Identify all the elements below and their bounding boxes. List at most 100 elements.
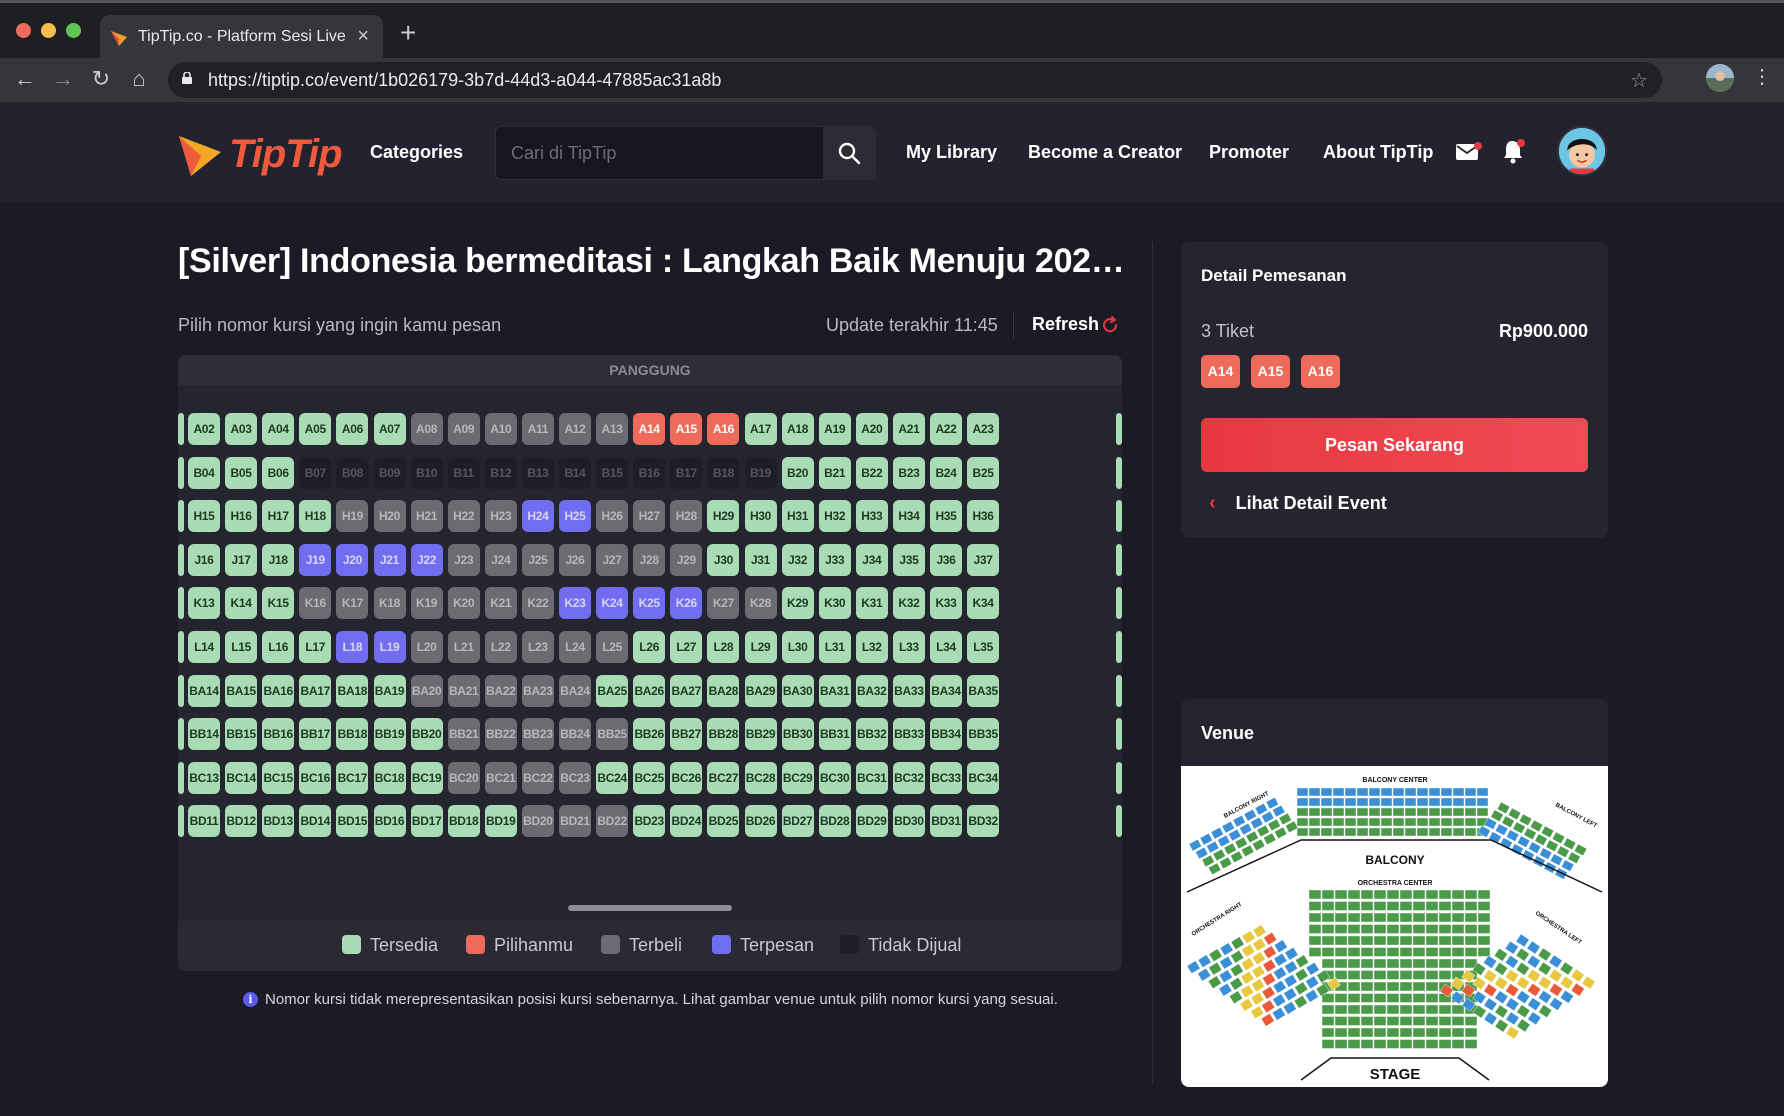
seat-available[interactable]: H34 bbox=[892, 500, 925, 533]
seat-available[interactable]: BB27 bbox=[670, 718, 703, 751]
horizontal-scrollbar[interactable] bbox=[568, 905, 732, 911]
seat-available[interactable]: BC18 bbox=[373, 761, 406, 794]
seat-partial[interactable] bbox=[1116, 587, 1122, 620]
seat-available[interactable]: A23 bbox=[967, 413, 1000, 445]
seat-grid[interactable]: A02 A03 A04 A05 A06 A07 A08 A09 A10 A11 A12 A13 A14 A… bbox=[178, 387, 1122, 857]
seat-available[interactable]: BA28 bbox=[707, 674, 740, 707]
seat-available[interactable]: BC32 bbox=[892, 761, 925, 794]
seat-available[interactable]: L14 bbox=[188, 631, 220, 663]
nav-become-creator[interactable]: Become a Creator bbox=[1028, 142, 1182, 163]
seat-available[interactable]: B23 bbox=[892, 456, 925, 489]
maximize-window-button[interactable] bbox=[66, 23, 81, 38]
search-button[interactable] bbox=[823, 127, 875, 179]
order-now-button[interactable]: Pesan Sekarang bbox=[1201, 418, 1588, 472]
seat-partial[interactable] bbox=[1116, 413, 1122, 445]
refresh-button[interactable]: Refresh bbox=[1032, 314, 1099, 335]
seat-partial[interactable] bbox=[178, 674, 184, 707]
seat-available[interactable]: B24 bbox=[930, 456, 962, 489]
seat-available[interactable]: J33 bbox=[818, 543, 851, 576]
seat-available[interactable]: A17 bbox=[744, 413, 777, 445]
seat-available[interactable]: BD23 bbox=[633, 805, 666, 838]
seat-selected[interactable]: A14 bbox=[633, 413, 666, 445]
seat-available[interactable]: BC13 bbox=[188, 761, 220, 794]
seat-partial[interactable] bbox=[178, 761, 184, 794]
seat-available[interactable]: L35 bbox=[967, 631, 1000, 663]
seat-available[interactable]: B22 bbox=[855, 456, 888, 489]
seat-available[interactable]: A05 bbox=[299, 413, 332, 445]
seat-available[interactable]: BC25 bbox=[633, 761, 666, 794]
seat-available[interactable]: L30 bbox=[781, 631, 814, 663]
refresh-icon[interactable] bbox=[1101, 316, 1119, 334]
seat-available[interactable]: BD15 bbox=[336, 805, 369, 838]
seat-available[interactable]: BD19 bbox=[484, 805, 517, 838]
search-input[interactable] bbox=[496, 127, 824, 179]
seat-available[interactable]: J31 bbox=[744, 543, 777, 576]
seat-available[interactable]: K33 bbox=[930, 587, 962, 620]
seat-available[interactable]: B04 bbox=[188, 456, 220, 489]
seat-available[interactable]: J30 bbox=[707, 543, 740, 576]
seat-partial[interactable] bbox=[1116, 631, 1122, 663]
seat-available[interactable]: H36 bbox=[967, 500, 1000, 533]
seat-available[interactable]: A06 bbox=[336, 413, 369, 445]
seat-available[interactable]: H29 bbox=[707, 500, 740, 533]
close-window-button[interactable] bbox=[16, 23, 31, 38]
tiptip-logo[interactable]: TipTip bbox=[177, 130, 343, 180]
reload-icon[interactable]: ↻ bbox=[88, 66, 114, 92]
seat-partial[interactable] bbox=[178, 543, 184, 576]
seat-available[interactable]: K30 bbox=[818, 587, 851, 620]
seat-available[interactable]: B25 bbox=[967, 456, 1000, 489]
seat-available[interactable]: BA34 bbox=[930, 674, 962, 707]
seat-available[interactable]: BC17 bbox=[336, 761, 369, 794]
seat-available[interactable]: A07 bbox=[373, 413, 406, 445]
venue-map-image[interactable]: BALCONY CENTER BALCONY BALCONY RIGHT BAL… bbox=[1181, 766, 1608, 1087]
seat-available[interactable]: J35 bbox=[892, 543, 925, 576]
forward-icon[interactable]: → bbox=[50, 66, 76, 92]
user-avatar[interactable] bbox=[1557, 126, 1607, 176]
seat-available[interactable]: J37 bbox=[967, 543, 1000, 576]
seat-available[interactable]: BD13 bbox=[262, 805, 295, 838]
seat-partial[interactable] bbox=[178, 587, 184, 620]
seat-available[interactable]: H35 bbox=[930, 500, 962, 533]
seat-available[interactable]: BB28 bbox=[707, 718, 740, 751]
seat-available[interactable]: BC14 bbox=[225, 761, 258, 794]
view-event-detail-link[interactable]: ‹ Lihat Detail Event bbox=[1201, 492, 1387, 518]
seat-available[interactable]: K31 bbox=[855, 587, 888, 620]
seat-available[interactable]: H33 bbox=[855, 500, 888, 533]
seat-available[interactable]: BD12 bbox=[225, 805, 258, 838]
seat-available[interactable]: BA35 bbox=[967, 674, 1000, 707]
seat-available[interactable]: L34 bbox=[930, 631, 962, 663]
seat-available[interactable]: BC15 bbox=[262, 761, 295, 794]
seat-selected[interactable]: A16 bbox=[707, 413, 740, 445]
seat-available[interactable]: BB19 bbox=[373, 718, 406, 751]
seat-available[interactable]: BC24 bbox=[596, 761, 629, 794]
seat-available[interactable]: BD27 bbox=[781, 805, 814, 838]
seat-available[interactable]: BB20 bbox=[410, 718, 443, 751]
seat-available[interactable]: H17 bbox=[262, 500, 295, 533]
seat-available[interactable]: L26 bbox=[633, 631, 666, 663]
seat-available[interactable]: BD16 bbox=[373, 805, 406, 838]
seat-available[interactable]: BA18 bbox=[336, 674, 369, 707]
seat-partial[interactable] bbox=[1116, 456, 1122, 489]
seat-available[interactable]: H31 bbox=[781, 500, 814, 533]
seat-available[interactable]: K15 bbox=[262, 587, 295, 620]
seat-available[interactable]: A02 bbox=[188, 413, 220, 445]
seat-available[interactable]: L31 bbox=[818, 631, 851, 663]
seat-available[interactable]: BB26 bbox=[633, 718, 666, 751]
home-icon[interactable]: ⌂ bbox=[126, 66, 152, 92]
seat-available[interactable]: J16 bbox=[188, 543, 220, 576]
seat-available[interactable]: BB29 bbox=[744, 718, 777, 751]
seat-available[interactable]: BD31 bbox=[930, 805, 962, 838]
seat-available[interactable]: BA33 bbox=[892, 674, 925, 707]
seat-available[interactable]: J36 bbox=[930, 543, 962, 576]
seat-available[interactable]: L33 bbox=[892, 631, 925, 663]
seat-available[interactable]: L32 bbox=[855, 631, 888, 663]
seat-partial[interactable] bbox=[1116, 500, 1122, 533]
seat-available[interactable]: BB33 bbox=[892, 718, 925, 751]
new-tab-icon[interactable]: + bbox=[400, 19, 416, 47]
seat-available[interactable]: BA17 bbox=[299, 674, 332, 707]
seat-available[interactable]: L16 bbox=[262, 631, 295, 663]
selected-seat-chip[interactable]: A14 bbox=[1201, 355, 1240, 388]
seat-available[interactable]: A03 bbox=[225, 413, 258, 445]
seat-available[interactable]: BD25 bbox=[707, 805, 740, 838]
seat-available[interactable]: K13 bbox=[188, 587, 220, 620]
